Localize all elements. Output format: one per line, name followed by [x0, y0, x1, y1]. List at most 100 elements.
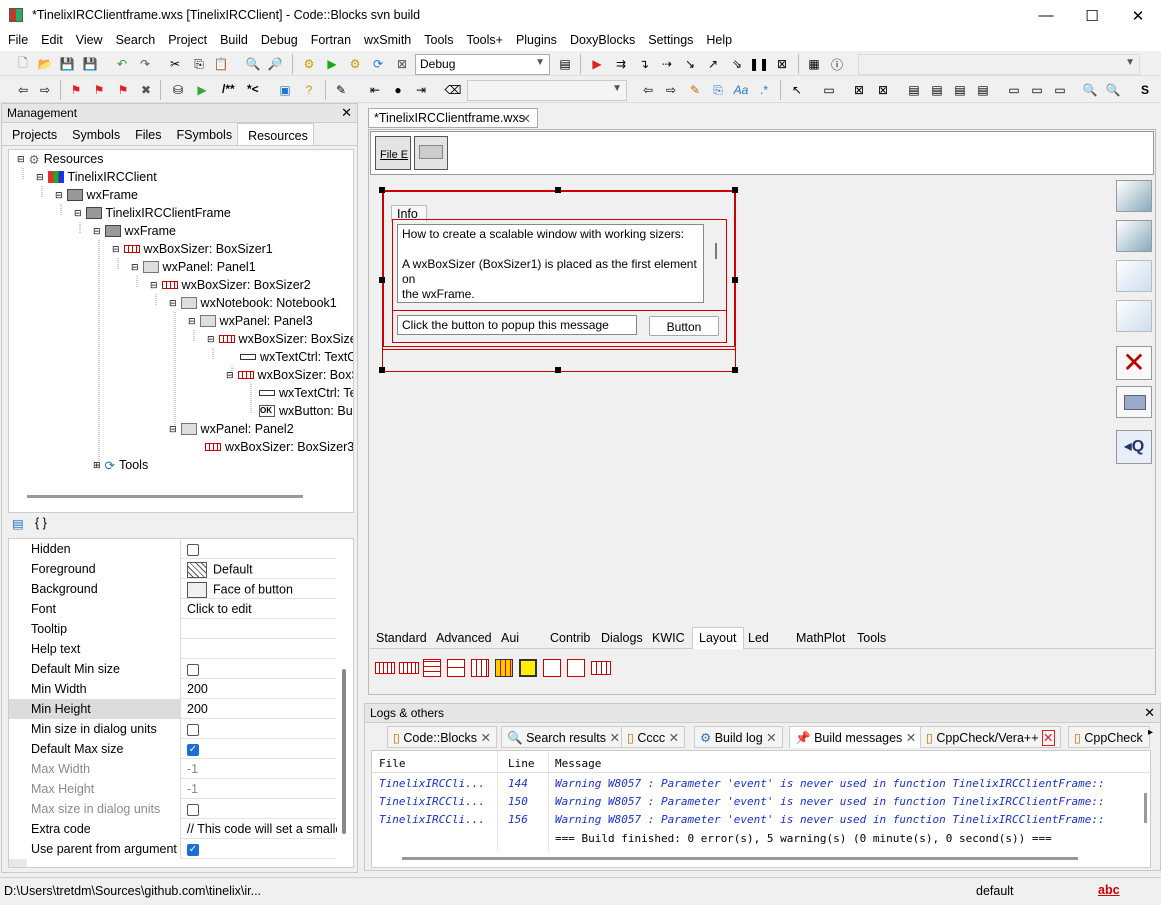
- stddialogbuttonsizer-icon[interactable]: [519, 659, 537, 677]
- pause-icon[interactable]: ❚❚: [749, 55, 769, 73]
- minimize-button[interactable]: —: [1023, 0, 1069, 31]
- menu-view[interactable]: View: [68, 31, 108, 51]
- next-instruction-icon[interactable]: ⇢: [658, 55, 676, 73]
- palette-tab-contrib[interactable]: Contrib: [550, 631, 590, 645]
- align-fill-icon[interactable]: ▤: [974, 81, 992, 99]
- use-parent-checkbox[interactable]: ✓: [187, 843, 199, 856]
- run-to-cursor-icon[interactable]: ⇉: [612, 55, 630, 73]
- widget-box2-icon[interactable]: ⊠: [874, 81, 892, 99]
- preview-icon[interactable]: [1116, 386, 1152, 418]
- spellcheck-icon[interactable]: abc: [1098, 883, 1120, 897]
- statusbar-preview[interactable]: [414, 136, 448, 170]
- tree-node-boxsizer4[interactable]: ⊟wxBoxSizer: BoxSizer4: [207, 330, 353, 348]
- menu-settings[interactable]: Settings: [640, 31, 698, 51]
- tree-node-boxsizer1[interactable]: ⊟ wxBoxSizer: BoxSizer1: [112, 240, 273, 258]
- layout-left-icon[interactable]: ▭: [1005, 81, 1023, 99]
- log-tab-search-results[interactable]: 🔍 Search results ✕: [501, 726, 626, 748]
- align-top-icon[interactable]: ▤: [905, 81, 923, 99]
- gridbagsizer-icon[interactable]: [471, 659, 489, 677]
- close-icon[interactable]: ✕: [1144, 705, 1155, 721]
- new-file-icon[interactable]: 🗋: [14, 55, 32, 73]
- menu-doxyblocks[interactable]: DoxyBlocks: [562, 31, 640, 51]
- property-row-max-height[interactable]: Max Height -1: [9, 779, 336, 799]
- step-out-icon[interactable]: ↗: [704, 55, 722, 73]
- property-row-help-text[interactable]: Help text: [9, 639, 336, 659]
- palette-tab-mathplot[interactable]: MathPlot: [796, 631, 845, 645]
- property-row-max-width[interactable]: Max Width -1: [9, 759, 336, 779]
- nav-forward-icon[interactable]: ⇨: [36, 81, 54, 99]
- code-completion-icon[interactable]: ✎: [332, 81, 350, 99]
- debug-run-icon[interactable]: ▶: [588, 55, 606, 73]
- sizer-item-icon[interactable]: [567, 659, 585, 677]
- log-tab-cppcheck[interactable]: ▯ CppCheck: [1068, 726, 1150, 748]
- close-tab-icon[interactable]: ✕: [609, 731, 619, 745]
- bookmark-clear-icon[interactable]: ✖: [137, 81, 155, 99]
- build-target-select[interactable]: Debug ▼: [415, 54, 550, 75]
- quick-properties-icon[interactable]: ◂Q: [1116, 430, 1152, 464]
- default-min-size-checkbox[interactable]: [187, 663, 199, 676]
- tree-node-panel1[interactable]: ⊟ wxPanel: Panel1: [131, 258, 256, 276]
- search-back-icon[interactable]: ⇦: [639, 81, 657, 99]
- zoom-in-icon[interactable]: 🔍: [1081, 81, 1099, 99]
- jump-forward-icon[interactable]: ⇥: [412, 81, 430, 99]
- target-options-icon[interactable]: ▤: [556, 55, 574, 73]
- layout-right-icon[interactable]: ▭: [1051, 81, 1069, 99]
- insert-into-icon[interactable]: [1116, 180, 1152, 212]
- tree-node-textctrl-b[interactable]: wxTextCtrl: Te: [259, 384, 353, 402]
- menu-file[interactable]: File: [0, 31, 33, 51]
- property-row-font[interactable]: Font Click to edit: [9, 599, 336, 619]
- debug-info-icon[interactable]: ⓘ: [828, 55, 846, 73]
- close-tab-icon[interactable]: ✕: [481, 731, 491, 745]
- resize-handle[interactable]: [732, 277, 738, 283]
- tree-node-notebook1[interactable]: ⊟ wxNotebook: Notebook1: [169, 294, 337, 312]
- table-row[interactable]: TinelixIRCCli... 156 Warning W8057 : Par…: [372, 813, 1150, 831]
- doxy-chm-icon[interactable]: ?: [300, 81, 318, 99]
- rebuild-icon[interactable]: ⟳: [369, 55, 387, 73]
- tree-node-tools[interactable]: ⊞ ⟳ Tools: [93, 456, 148, 474]
- tab-files[interactable]: Files: [125, 123, 166, 145]
- tree-node-clientframe[interactable]: ⊟ TinelixIRCClientFrame: [74, 204, 231, 222]
- menu-project[interactable]: Project: [160, 31, 212, 51]
- tree-horizontal-scrollbar[interactable]: [27, 495, 303, 498]
- find-icon[interactable]: 🔍: [244, 55, 262, 73]
- tree-node-button[interactable]: OK wxButton: Bu: [259, 402, 353, 420]
- maximize-button[interactable]: ☐: [1069, 0, 1115, 31]
- resize-handle[interactable]: [732, 367, 738, 373]
- tree-node-panel2[interactable]: ⊟ wxPanel: Panel2: [169, 420, 294, 438]
- log-tab-codeblocks[interactable]: ▯ Code::Blocks ✕: [387, 726, 497, 748]
- close-tab-icon[interactable]: ✕: [669, 731, 679, 745]
- clear-icon[interactable]: ⌫: [444, 81, 462, 99]
- tree-node-boxsizer2[interactable]: ⊟ wxBoxSizer: BoxSizer2: [150, 276, 311, 294]
- resize-handle[interactable]: [732, 187, 738, 193]
- close-icon[interactable]: ✕: [341, 105, 352, 121]
- frame-preview[interactable]: Info How to create a scalable window wit…: [382, 190, 736, 372]
- resize-handle[interactable]: [379, 367, 385, 373]
- properties-view-icon[interactable]: ▤: [12, 516, 24, 531]
- property-row-extra-code[interactable]: Extra code// This code will set a smalle: [9, 819, 337, 839]
- property-row-default-min-size[interactable]: Default Min size: [9, 659, 336, 679]
- regex-icon[interactable]: .*: [755, 81, 773, 99]
- toolbar-empty-combo[interactable]: ▼: [858, 54, 1140, 75]
- table-row[interactable]: TinelixIRCCli... 150 Warning W8057 : Par…: [372, 795, 1150, 813]
- selected-text-icon[interactable]: ⎘: [709, 81, 727, 99]
- layout-center-icon[interactable]: ▭: [1028, 81, 1046, 99]
- tree-node-panel3[interactable]: ⊟ wxPanel: Panel3: [188, 312, 313, 330]
- menu-edit[interactable]: Edit: [33, 31, 68, 51]
- property-row-background[interactable]: Background Face of button: [9, 579, 336, 599]
- save-all-icon[interactable]: 💾: [81, 55, 99, 73]
- column-line[interactable]: Line: [508, 757, 535, 770]
- palette-tab-layout[interactable]: Layout: [692, 627, 744, 649]
- close-tab-icon[interactable]: ✕: [906, 731, 916, 745]
- resize-handle[interactable]: [555, 187, 561, 193]
- min-size-dialog-units-checkbox[interactable]: [187, 723, 199, 736]
- widget-box-icon[interactable]: ⊠: [850, 81, 868, 99]
- menu-wxsmith[interactable]: wxSmith: [356, 31, 416, 51]
- insert-before-icon[interactable]: [1116, 220, 1152, 252]
- property-grid-scrollbar[interactable]: [342, 669, 346, 834]
- spacer-icon[interactable]: [543, 659, 561, 677]
- copy-icon[interactable]: ⎘: [190, 55, 208, 73]
- tab-projects[interactable]: Projects: [2, 123, 62, 145]
- bookmark-prev-icon[interactable]: ⚑: [90, 81, 108, 99]
- delete-icon[interactable]: ✕: [1116, 346, 1152, 380]
- block-comment-button[interactable]: /**: [222, 82, 235, 96]
